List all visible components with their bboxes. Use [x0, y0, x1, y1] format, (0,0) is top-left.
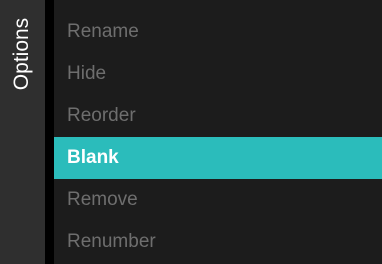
- menu-item-rename[interactable]: Rename: [54, 11, 382, 53]
- menu-item-blank[interactable]: Blank: [54, 137, 382, 179]
- options-menu-list: Rename Hide Reorder Blank Remove Renumbe…: [54, 11, 382, 263]
- menu-item-hide[interactable]: Hide: [54, 53, 382, 95]
- menu-item-remove[interactable]: Remove: [54, 179, 382, 221]
- menu-item-renumber[interactable]: Renumber: [54, 221, 382, 263]
- options-menu-panel: Rename Hide Reorder Blank Remove Renumbe…: [54, 0, 382, 264]
- menu-item-reorder[interactable]: Reorder: [54, 95, 382, 137]
- options-side-tab: Options: [0, 0, 45, 264]
- options-screen: Options Rename Hide Reorder Blank Remove…: [0, 0, 382, 264]
- options-title: Options: [10, 17, 33, 91]
